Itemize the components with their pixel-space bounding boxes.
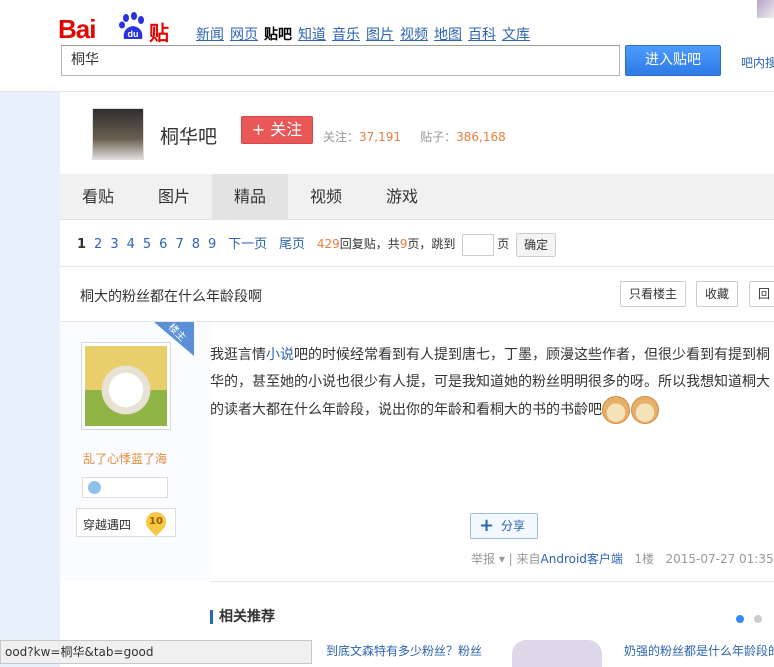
smile-emoji-icon (602, 396, 630, 424)
keyword-link[interactable]: 小说 (266, 347, 294, 363)
forum-stats: 关注：37,191 贴子：386,168 (323, 128, 506, 145)
carousel-dot[interactable] (736, 615, 744, 623)
plus-icon: + (479, 515, 495, 536)
page-number[interactable]: 6 (159, 237, 167, 252)
svg-text:du: du (128, 29, 139, 39)
page-number[interactable]: 8 (192, 237, 200, 252)
forum-avatar[interactable] (92, 108, 144, 160)
post-divider (210, 581, 774, 582)
thread-title-bar: 桐大的粉丝都在什么年龄段啊 只看楼主 收藏 回复 (60, 266, 774, 322)
logo-bai-text: Bai (58, 14, 96, 44)
floor-number: 1楼 (634, 552, 655, 566)
forum-header: 桐华吧 + 关注 关注：37,191 贴子：386,168 (60, 92, 774, 174)
related-item[interactable]: 奶强的粉丝都是什么年龄段的 (624, 642, 774, 659)
author-name[interactable]: 乱了心悸蓝了海 (83, 450, 167, 467)
enter-tieba-button[interactable]: 进入贴吧 (625, 45, 721, 76)
search-in-ba-link[interactable]: 吧内搜 (741, 54, 774, 71)
last-page-link[interactable]: 尾页 (279, 237, 305, 252)
follow-count: 37,191 (359, 130, 402, 144)
forum-name[interactable]: 桐华吧 (160, 122, 217, 149)
pages-suffix: 页，跳到 (407, 237, 456, 251)
next-page-link[interactable]: 下一页 (228, 237, 267, 252)
post-time: 2015-07-27 01:35 (665, 552, 774, 566)
tab-games[interactable]: 游戏 (364, 174, 440, 220)
nav-link[interactable]: 网页 (230, 27, 258, 43)
page-number[interactable]: 2 (94, 237, 102, 252)
nav-link[interactable]: 音乐 (332, 27, 360, 43)
post-meta: 举报 ▾ | 来自Android客户端 1楼 2015-07-27 01:35 … (471, 552, 774, 566)
smile-emoji-icon (631, 396, 659, 424)
user-badge[interactable] (82, 477, 168, 498)
nav-link[interactable]: 百科 (468, 27, 496, 43)
top-header: Bai du 贴吧 新闻网页贴吧知道音乐图片视频地图百科文库 桐华 进入贴吧 吧… (0, 0, 774, 92)
page-number[interactable]: 5 (143, 237, 151, 252)
author-panel: 乱了心悸蓝了海 穿越遇四 10 (60, 322, 210, 582)
client-link[interactable]: Android客户端 (541, 552, 623, 566)
page-number: 1 (77, 237, 87, 252)
page-number[interactable]: 4 (127, 237, 135, 252)
reply-count-suffix: 回复贴，共 (339, 237, 400, 251)
user-level[interactable]: 穿越遇四 10 (76, 507, 176, 537)
user-avatar-thumb[interactable] (757, 0, 774, 18)
tab-featured[interactable]: 精品 (212, 174, 288, 220)
reply-count: 429 (316, 237, 340, 251)
page-unit: 页 (497, 237, 510, 251)
jump-confirm-button[interactable]: 确定 (516, 232, 557, 257)
page-number[interactable]: 3 (110, 237, 118, 252)
pagination: 123456789 下一页 尾页 429回复贴，共9页，跳到 页 确定 (77, 232, 557, 257)
related-thumb[interactable] (512, 640, 602, 667)
nav-link[interactable]: 新闻 (196, 27, 224, 43)
baidu-tieba-logo[interactable]: Bai du 贴吧 (58, 12, 180, 74)
jump-page-input[interactable] (462, 233, 495, 256)
nav-link[interactable]: 地图 (434, 27, 462, 43)
tab-images[interactable]: 图片 (136, 174, 212, 220)
tab-video[interactable]: 视频 (288, 174, 364, 220)
related-title: 相关推荐 (210, 610, 275, 624)
related-item[interactable]: 到底文森特有多少粉丝？粉丝 (326, 642, 482, 659)
post-content: 我逛言情小说吧的时候经常看到有人提到唐七，丁墨，顾漫这些作者，但很少看到有提到桐… (210, 342, 774, 424)
share-button[interactable]: + 分享 (470, 513, 538, 539)
post-floor-1: 乱了心悸蓝了海 穿越遇四 10 楼主 我逛言情小说吧的时候经常看到有人提到唐七，… (60, 322, 774, 667)
member-badge-icon (88, 481, 101, 494)
page-number[interactable]: 9 (208, 237, 216, 252)
post-count: 386,168 (456, 130, 506, 144)
nav-link[interactable]: 图片 (366, 27, 394, 43)
only-op-button[interactable]: 只看楼主 (620, 281, 687, 307)
level-name: 穿越遇四 (83, 518, 132, 532)
left-background-strip (0, 92, 60, 667)
thread-title: 桐大的粉丝都在什么年龄段啊 (80, 289, 262, 305)
nav-link[interactable]: 贴吧 (264, 27, 292, 43)
nav-link[interactable]: 知道 (298, 27, 326, 43)
follow-count-label: 关注： (323, 130, 360, 144)
carousel-dot[interactable] (754, 615, 762, 623)
page-number[interactable]: 7 (175, 237, 183, 252)
nav-link[interactable]: 文库 (502, 27, 530, 43)
nav-link[interactable]: 视频 (400, 27, 428, 43)
browser-status-bar: ood?kw=桐华&tab=good (0, 640, 312, 664)
reply-button[interactable]: 回复 (749, 281, 774, 307)
top-nav: 新闻 网页 贴吧 知道 音乐 图片 视频 地图 百科 文库 (196, 24, 536, 44)
op-corner-tag: 楼主 (154, 322, 194, 356)
follow-button[interactable]: + 关注 (241, 116, 313, 144)
level-badge-icon: 10 (141, 507, 171, 537)
report-link[interactable]: 举报 (471, 552, 495, 566)
carousel-dots (736, 612, 772, 626)
tab-posts[interactable]: 看贴 (60, 174, 136, 220)
post-count-label: 贴子： (420, 130, 457, 144)
forum-tabs: 看贴 图片 精品 视频 游戏 (60, 174, 774, 220)
collect-button[interactable]: 收藏 (696, 281, 739, 307)
search-input[interactable]: 桐华 (61, 45, 620, 76)
baidu-paw-icon: du (119, 12, 144, 39)
